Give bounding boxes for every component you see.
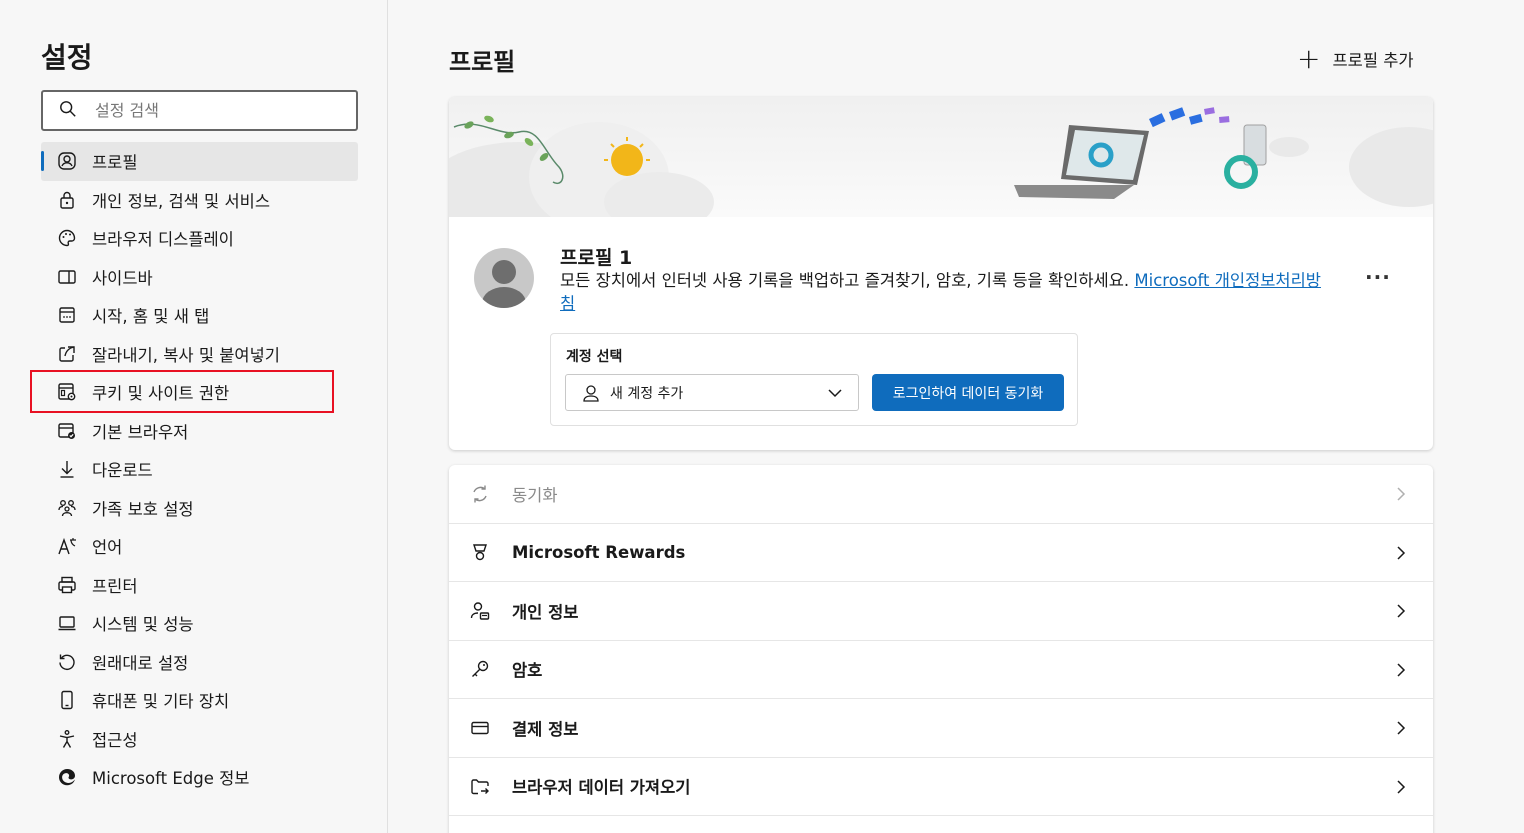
sidebar-item-system[interactable]: 시스템 및 성능 bbox=[41, 604, 358, 643]
key-icon bbox=[470, 659, 490, 679]
sidebar-item-about-edge[interactable]: Microsoft Edge 정보 bbox=[41, 758, 358, 797]
chevron-right-icon bbox=[1393, 719, 1409, 741]
chevron-right-icon bbox=[1393, 544, 1409, 566]
sidebar-item-label: 시스템 및 성능 bbox=[92, 615, 194, 635]
profile-avatar bbox=[474, 248, 534, 308]
profile-icon bbox=[57, 151, 77, 171]
edge-icon bbox=[57, 767, 77, 787]
import-icon bbox=[470, 776, 490, 796]
family-icon bbox=[57, 498, 77, 518]
sidebar-item-label: 잘라내기, 복사 및 붙여넣기 bbox=[92, 345, 280, 365]
sidebar-item-label: 프로필 bbox=[92, 153, 138, 173]
person-icon bbox=[582, 384, 600, 402]
search-input[interactable] bbox=[95, 101, 335, 120]
sidebar-item-label: 개인 정보, 검색 및 서비스 bbox=[92, 191, 271, 211]
share-icon bbox=[57, 344, 77, 364]
sidebar-item-label: 휴대폰 및 기타 장치 bbox=[92, 692, 230, 712]
list-item-label: 암호 bbox=[512, 661, 543, 681]
sidebar-item-label: 다운로드 bbox=[92, 461, 153, 481]
sidebar-item-sidebar[interactable]: 사이드바 bbox=[41, 258, 358, 297]
laptop-icon bbox=[57, 613, 77, 633]
list-item-rewards[interactable]: Microsoft Rewards bbox=[449, 524, 1433, 582]
more-options-button[interactable]: ··· bbox=[1365, 265, 1391, 289]
add-profile-button[interactable]: + 프로필 추가 bbox=[1297, 42, 1414, 75]
add-profile-label: 프로필 추가 bbox=[1332, 51, 1414, 70]
chevron-right-icon bbox=[1393, 485, 1409, 507]
sidebar-nav: 프로필 개인 정보, 검색 및 서비스 브라우저 디스플레이 사이드바 시작, … bbox=[41, 142, 358, 797]
list-item-passwords[interactable]: 암호 bbox=[449, 641, 1433, 699]
sync-icon bbox=[470, 484, 490, 504]
profile-banner-illustration bbox=[449, 97, 1433, 217]
profile-settings-list: 동기화 Microsoft Rewards 개인 정보 암호 결제 정보 브라우… bbox=[449, 465, 1433, 833]
sidebar-item-label: Microsoft Edge 정보 bbox=[92, 769, 250, 789]
sidebar-item-default-browser[interactable]: 기본 브라우저 bbox=[41, 412, 358, 451]
sidebar-item-label: 원래대로 설정 bbox=[92, 653, 189, 673]
sidebar-item-label: 프린터 bbox=[92, 576, 138, 596]
sidebar-item-printers[interactable]: 프린터 bbox=[41, 566, 358, 605]
list-item-payment-info[interactable]: 결제 정보 bbox=[449, 699, 1433, 758]
chevron-right-icon bbox=[1393, 602, 1409, 624]
list-item-label: 결제 정보 bbox=[512, 719, 579, 739]
account-dropdown-value: 새 계정 추가 bbox=[610, 385, 684, 402]
list-item-label: 동기화 bbox=[512, 485, 558, 505]
sidebar-item-start-home[interactable]: 시작, 홈 및 새 탭 bbox=[41, 296, 358, 335]
profile-name: 프로필 1 bbox=[560, 247, 633, 269]
sidebar-item-family[interactable]: 가족 보호 설정 bbox=[41, 489, 358, 528]
list-item-personal-info[interactable]: 개인 정보 bbox=[449, 582, 1433, 641]
language-icon bbox=[57, 536, 77, 556]
account-label: 계정 선택 bbox=[566, 349, 623, 365]
sidebar-item-share-copy[interactable]: 잘라내기, 복사 및 붙여넣기 bbox=[41, 335, 358, 374]
sidebar-item-downloads[interactable]: 다운로드 bbox=[41, 450, 358, 489]
page-title: 프로필 bbox=[449, 48, 516, 76]
settings-search-box[interactable] bbox=[41, 90, 358, 131]
list-item-sync[interactable]: 동기화 bbox=[449, 465, 1433, 524]
default-browser-icon bbox=[57, 421, 77, 441]
sidebar-item-privacy[interactable]: 개인 정보, 검색 및 서비스 bbox=[41, 181, 358, 220]
printer-icon bbox=[57, 575, 77, 595]
settings-sidebar: 설정 프로필 개인 정보, 검색 및 서비스 브라우저 디스플레이 bbox=[0, 0, 388, 833]
chevron-right-icon bbox=[1393, 778, 1409, 800]
search-icon bbox=[59, 100, 77, 122]
sidebar-item-label: 가족 보호 설정 bbox=[92, 499, 194, 519]
sidebar-item-label: 사이드바 bbox=[92, 268, 153, 288]
card-icon bbox=[470, 718, 490, 738]
main-content: 프로필 + 프로필 추가 프로필 1 모든 장치에서 인터넷 사용 기록을 백업… bbox=[389, 0, 1524, 833]
sidebar-item-phone[interactable]: 휴대폰 및 기타 장치 bbox=[41, 681, 358, 720]
sidebar-item-label: 시작, 홈 및 새 탭 bbox=[92, 307, 210, 327]
sidebar-item-label: 기본 브라우저 bbox=[92, 422, 189, 442]
home-grid-icon bbox=[57, 305, 77, 325]
sign-in-sync-button[interactable]: 로그인하여 데이터 동기화 bbox=[872, 374, 1064, 411]
sidebar-item-label: 언어 bbox=[92, 538, 123, 558]
phone-icon bbox=[57, 690, 77, 710]
accessibility-icon bbox=[57, 729, 77, 749]
profile-description: 모든 장치에서 인터넷 사용 기록을 백업하고 즐겨찾기, 암호, 기록 등을 … bbox=[560, 269, 1330, 315]
sidebar-item-accessibility[interactable]: 접근성 bbox=[41, 720, 358, 759]
list-item-label: 개인 정보 bbox=[512, 602, 579, 622]
sidebar-item-label: 접근성 bbox=[92, 730, 138, 750]
list-item-label: 브라우저 데이터 가져오기 bbox=[512, 778, 691, 798]
sidebar-item-languages[interactable]: 언어 bbox=[41, 527, 358, 566]
rewards-icon bbox=[470, 542, 490, 562]
account-dropdown[interactable]: 새 계정 추가 bbox=[565, 374, 859, 411]
list-item-import-data[interactable]: 브라우저 데이터 가져오기 bbox=[449, 758, 1433, 816]
profile-card: 프로필 1 모든 장치에서 인터넷 사용 기록을 백업하고 즐겨찾기, 암호, … bbox=[449, 97, 1433, 450]
profile-description-text: 모든 장치에서 인터넷 사용 기록을 백업하고 즐겨찾기, 암호, 기록 등을 … bbox=[560, 271, 1130, 290]
sidebar-item-reset[interactable]: 원래대로 설정 bbox=[41, 643, 358, 682]
chevron-right-icon bbox=[1393, 661, 1409, 683]
sidebar-item-label: 브라우저 디스플레이 bbox=[92, 230, 234, 250]
personal-info-icon bbox=[470, 601, 490, 621]
account-selection-box: 계정 선택 새 계정 추가 로그인하여 데이터 동기화 bbox=[550, 333, 1078, 426]
download-icon bbox=[57, 459, 77, 479]
sidebar-title: 설정 bbox=[41, 41, 93, 74]
highlight-cookies-item bbox=[30, 370, 334, 413]
sidebar-item-appearance[interactable]: 브라우저 디스플레이 bbox=[41, 219, 358, 258]
palette-icon bbox=[57, 228, 77, 248]
sidebar-item-profile[interactable]: 프로필 bbox=[41, 142, 358, 181]
chevron-down-icon bbox=[826, 384, 844, 406]
lock-icon bbox=[57, 190, 77, 210]
plus-icon: + bbox=[1297, 42, 1321, 75]
list-item-label: Microsoft Rewards bbox=[512, 542, 686, 562]
reset-icon bbox=[57, 652, 77, 672]
sidebar-icon bbox=[57, 267, 77, 287]
